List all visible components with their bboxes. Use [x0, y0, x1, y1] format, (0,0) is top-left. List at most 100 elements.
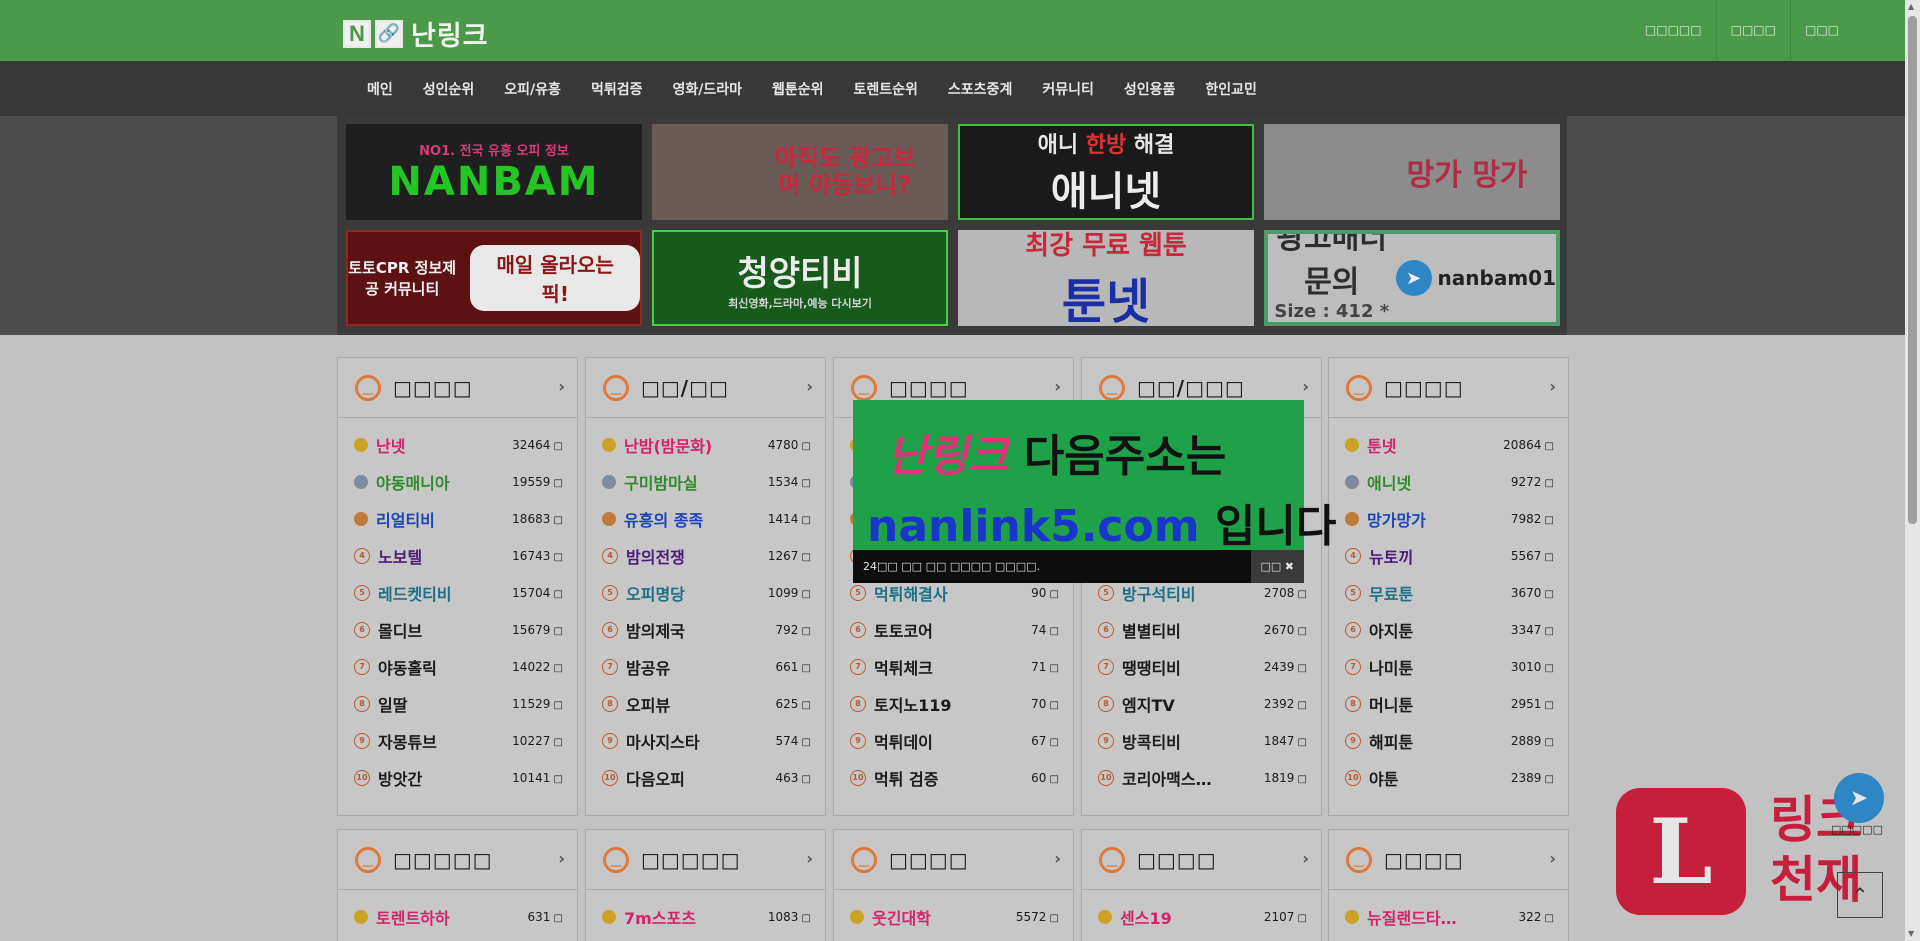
- chevron-right-icon[interactable]: ›: [1549, 849, 1556, 868]
- nav-op[interactable]: 오피/유흥: [504, 79, 561, 99]
- list-item[interactable]: 망가망가 7982: [1329, 500, 1568, 537]
- rank-site-name[interactable]: 야동매니아: [376, 470, 512, 494]
- rank-site-name[interactable]: 별별티비: [1122, 618, 1264, 642]
- list-item[interactable]: 웃긴대학 5572: [834, 898, 1073, 935]
- rank-site-name[interactable]: 머니툰: [1369, 692, 1511, 716]
- rank-site-name[interactable]: 난넷: [376, 433, 512, 457]
- rank-site-name[interactable]: 다음오피: [626, 766, 775, 790]
- nav-verify[interactable]: 먹튀검증: [591, 79, 643, 99]
- list-item[interactable]: 10 야툰 2389: [1329, 759, 1568, 796]
- top-link-2[interactable]: □□□□: [1715, 0, 1790, 61]
- list-item[interactable]: 7 먹튀체크 71: [834, 648, 1073, 685]
- rank-site-name[interactable]: 아지툰: [1369, 618, 1511, 642]
- rank-site-name[interactable]: 나미툰: [1369, 655, 1511, 679]
- list-item[interactable]: 7 밤공유 661: [586, 648, 825, 685]
- panel-header[interactable]: ‿ □□□□ ›: [1082, 830, 1321, 890]
- chevron-right-icon[interactable]: ›: [1549, 377, 1556, 396]
- list-item[interactable]: 애니넷 9272: [1329, 463, 1568, 500]
- rank-site-name[interactable]: 먹튀해결사: [874, 581, 1031, 605]
- nav-sports[interactable]: 스포츠중계: [948, 79, 1012, 99]
- chevron-right-icon[interactable]: ›: [558, 377, 565, 396]
- rank-site-name[interactable]: 유흥의 종족: [624, 507, 768, 531]
- scrollbar[interactable]: ▲ ▼: [1905, 0, 1920, 941]
- list-item[interactable]: 난넷 32464: [338, 426, 577, 463]
- rank-site-name[interactable]: 오피명당: [626, 581, 768, 605]
- scrollbar-thumb[interactable]: [1908, 16, 1917, 524]
- top-link-1[interactable]: □□□□□: [1631, 0, 1716, 61]
- list-item[interactable]: 8 일딸 11529: [338, 685, 577, 722]
- panel-header[interactable]: ‿ □□□□ ›: [834, 830, 1073, 890]
- rank-site-name[interactable]: 일딸: [378, 692, 512, 716]
- rank-site-name[interactable]: 토지노119: [874, 692, 1031, 716]
- popup-close-button[interactable]: □□ ✖: [1250, 550, 1304, 583]
- list-item[interactable]: 5 무료툰 3670: [1329, 574, 1568, 611]
- list-item[interactable]: 6 아지툰 3347: [1329, 611, 1568, 648]
- list-item[interactable]: 8 엠지TV 2392: [1082, 685, 1321, 722]
- rank-site-name[interactable]: 애니넷: [1367, 470, 1511, 494]
- list-item[interactable]: 6 밤의제국 792: [586, 611, 825, 648]
- list-item[interactable]: 토렌트하하 631: [338, 898, 577, 935]
- rank-site-name[interactable]: 땡땡티비: [1122, 655, 1264, 679]
- chevron-right-icon[interactable]: ›: [806, 849, 813, 868]
- panel-header[interactable]: ‿ □□□□□ ›: [586, 830, 825, 890]
- scroll-up-arrow-icon[interactable]: ▲: [1908, 2, 1914, 11]
- list-item[interactable]: 9 자몽튜브 10227: [338, 722, 577, 759]
- list-item[interactable]: 9 마사지스타 574: [586, 722, 825, 759]
- banner-totocpr[interactable]: 토토CPR 정보제공 커뮤니티 매일 올라오는 픽!: [346, 230, 642, 326]
- rank-site-name[interactable]: 7m스포츠: [624, 905, 768, 929]
- list-item[interactable]: 8 오피뷰 625: [586, 685, 825, 722]
- list-item[interactable]: 5 오피명당 1099: [586, 574, 825, 611]
- rank-site-name[interactable]: 자몽튜브: [378, 729, 512, 753]
- nav-torrent[interactable]: 토렌트순위: [854, 79, 918, 99]
- rank-site-name[interactable]: 해피툰: [1369, 729, 1511, 753]
- rank-site-name[interactable]: 뉴질랜드타…: [1367, 905, 1518, 929]
- list-item[interactable]: 10 방앗간 10141: [338, 759, 577, 796]
- list-item[interactable]: 4 노보텔 16743: [338, 537, 577, 574]
- rank-site-name[interactable]: 리얼티비: [376, 507, 512, 531]
- rank-site-name[interactable]: 먹튀데이: [874, 729, 1031, 753]
- list-item[interactable]: 난밤(밤문화) 4780: [586, 426, 825, 463]
- rank-site-name[interactable]: 밤의제국: [626, 618, 775, 642]
- banner-ad-inquiry[interactable]: 광고배너 문의 Size : 412 * 84 ➤ nanbam01: [1264, 230, 1560, 326]
- list-item[interactable]: 센스19 2107: [1082, 898, 1321, 935]
- list-item[interactable]: 구미밤마실 1534: [586, 463, 825, 500]
- list-item[interactable]: 4 뉴토끼 5567: [1329, 537, 1568, 574]
- list-item[interactable]: 4 밤의전쟁 1267: [586, 537, 825, 574]
- top-link-3[interactable]: □□□: [1789, 0, 1853, 61]
- nav-overseas[interactable]: 한인교민: [1205, 79, 1257, 99]
- site-logo[interactable]: N 🔗 난링크: [343, 14, 489, 53]
- chevron-right-icon[interactable]: ›: [1054, 849, 1061, 868]
- rank-site-name[interactable]: 노보텔: [378, 544, 512, 568]
- rank-site-name[interactable]: 코리아맥스…: [1122, 766, 1264, 790]
- rank-site-name[interactable]: 밤의전쟁: [626, 544, 768, 568]
- nav-movie[interactable]: 영화/드라마: [672, 79, 742, 99]
- panel-header[interactable]: ‿ □□/□□ ›: [586, 358, 825, 418]
- rank-site-name[interactable]: 웃긴대학: [872, 905, 1016, 929]
- rank-site-name[interactable]: 난밤(밤문화): [624, 433, 768, 457]
- rank-site-name[interactable]: 먹튀 검증: [874, 766, 1031, 790]
- banner-aninet[interactable]: 애니 한방 해결 애니넷: [958, 124, 1254, 220]
- rank-site-name[interactable]: 야툰: [1369, 766, 1511, 790]
- list-item[interactable]: 9 방콕티비 1847: [1082, 722, 1321, 759]
- rank-site-name[interactable]: 오피뷰: [626, 692, 775, 716]
- nav-webtoon[interactable]: 웹툰순위: [772, 79, 824, 99]
- telegram-float-icon[interactable]: ➤: [1834, 773, 1884, 823]
- banner-toonnet[interactable]: 최강 무료 웹툰 툰넷: [958, 230, 1254, 326]
- rank-site-name[interactable]: 먹튀체크: [874, 655, 1031, 679]
- rank-site-name[interactable]: 구미밤마실: [624, 470, 768, 494]
- rank-site-name[interactable]: 야동홀릭: [378, 655, 512, 679]
- list-item[interactable]: 8 머니툰 2951: [1329, 685, 1568, 722]
- list-item[interactable]: 야동매니아 19559: [338, 463, 577, 500]
- list-item[interactable]: 5 레드켓티비 15704: [338, 574, 577, 611]
- list-item[interactable]: 툰넷 20864: [1329, 426, 1568, 463]
- nav-adult-goods[interactable]: 성인용품: [1124, 79, 1176, 99]
- rank-site-name[interactable]: 뉴토끼: [1369, 544, 1511, 568]
- nav-home[interactable]: 메인: [367, 79, 393, 99]
- banner-ad-2[interactable]: 아직도 광고보며 야동보니?: [652, 124, 948, 220]
- rank-site-name[interactable]: 방콕티비: [1122, 729, 1264, 753]
- list-item[interactable]: 뉴질랜드타… 322: [1329, 898, 1568, 935]
- panel-header[interactable]: ‿ □□□□ ›: [1329, 358, 1568, 418]
- list-item[interactable]: 7 나미툰 3010: [1329, 648, 1568, 685]
- list-item[interactable]: 6 토토코어 74: [834, 611, 1073, 648]
- rank-site-name[interactable]: 엠지TV: [1122, 692, 1264, 716]
